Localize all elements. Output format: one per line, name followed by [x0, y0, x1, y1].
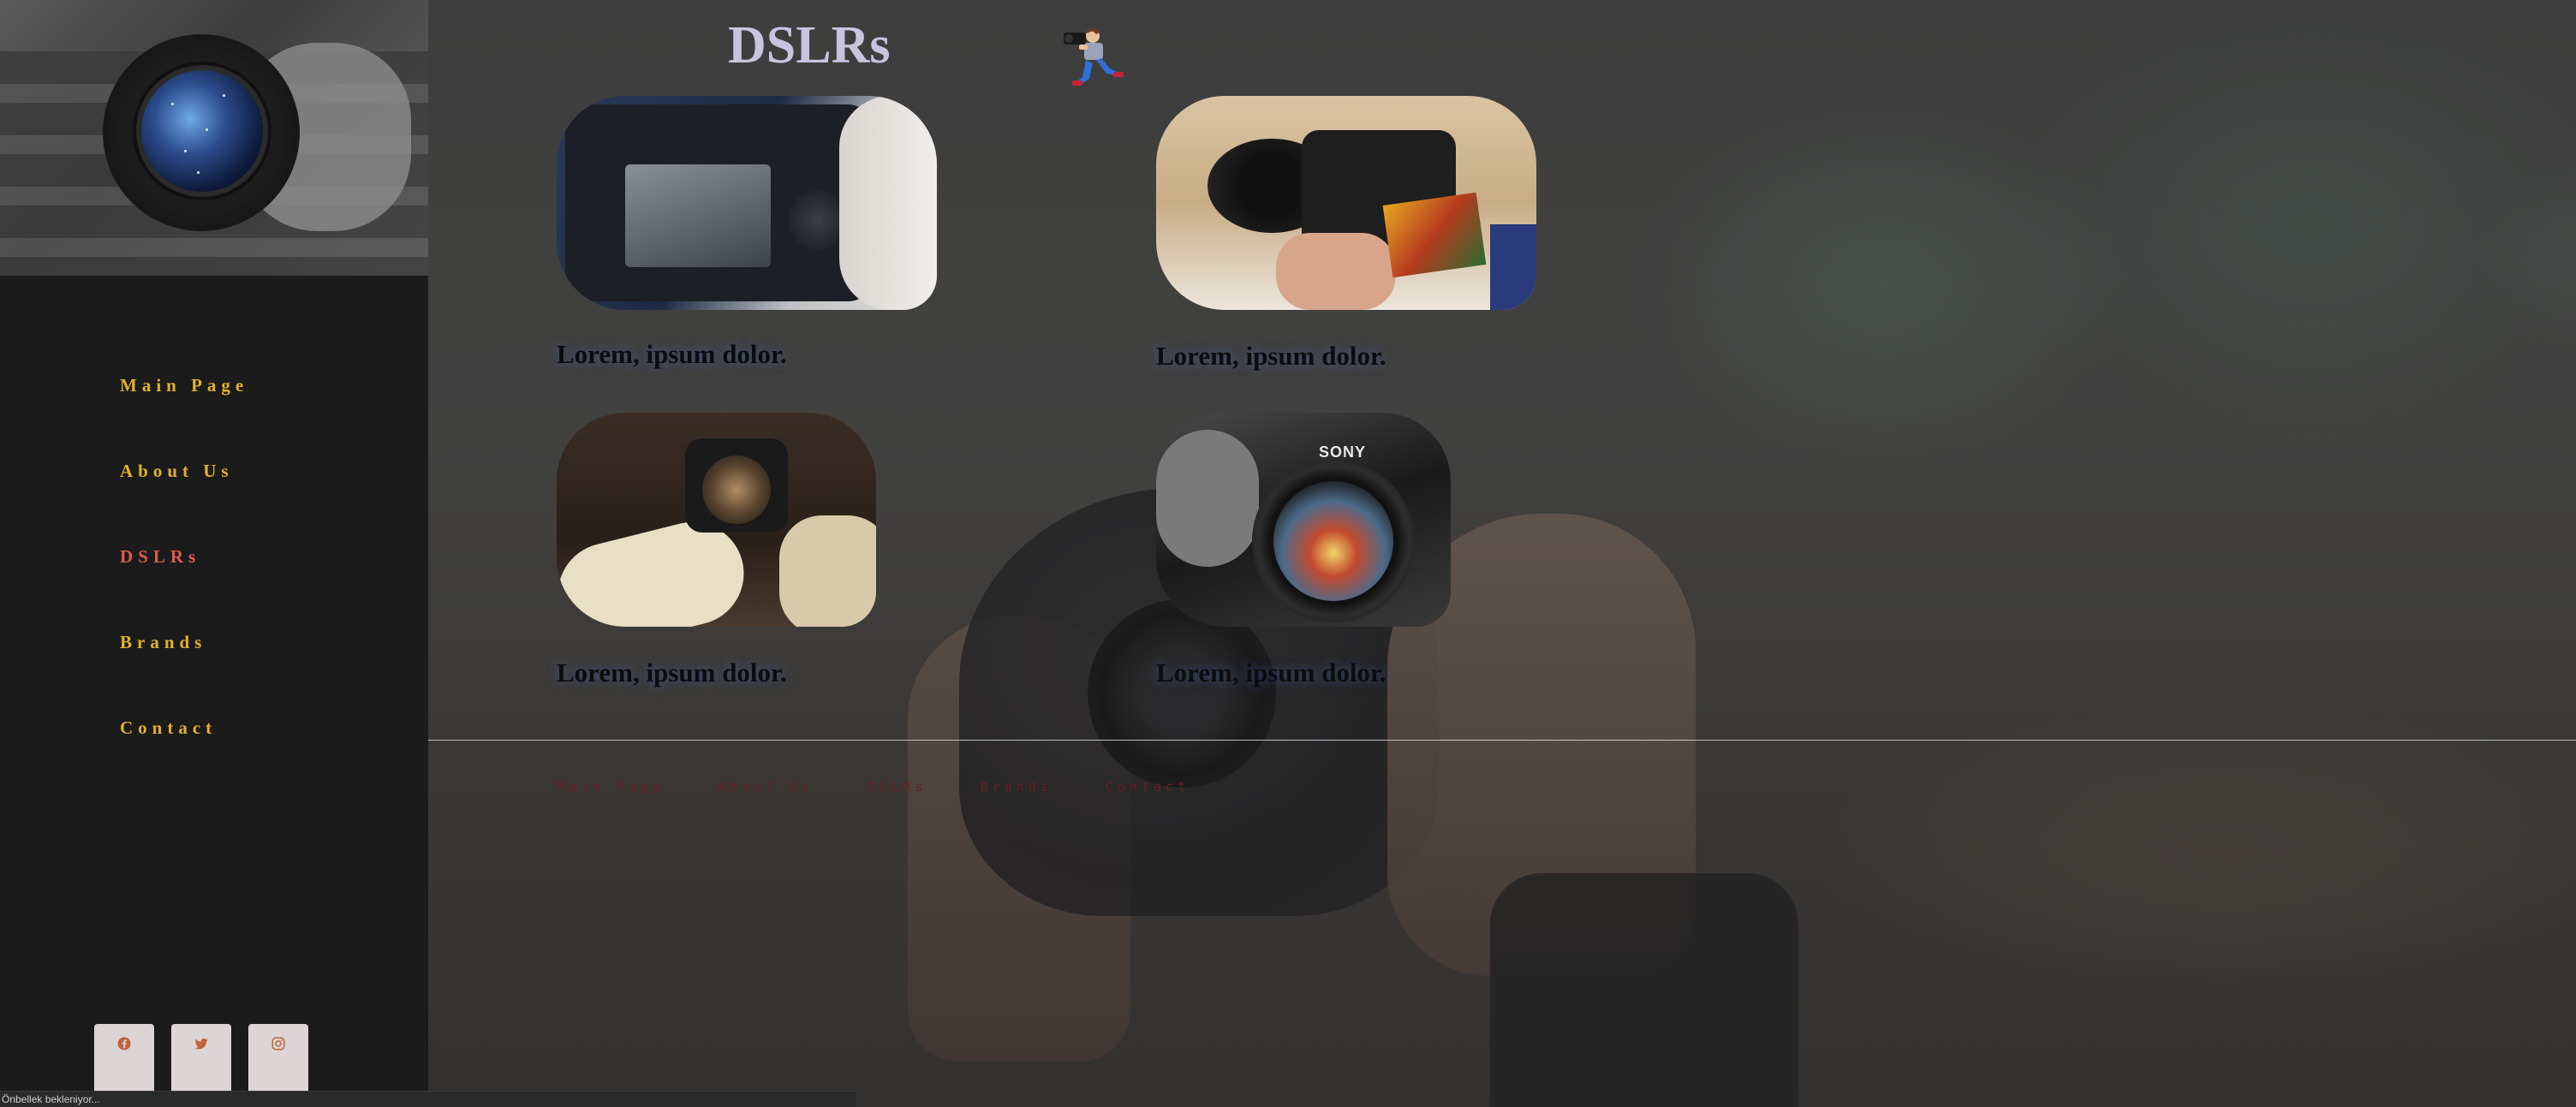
- twitter-icon: [194, 1039, 208, 1050]
- footer-link-brands[interactable]: Brands: [981, 779, 1052, 795]
- sidebar-item-dslrs[interactable]: DSLRs: [120, 539, 248, 625]
- camera-screen: [625, 164, 771, 267]
- product-card: Lorem, ipsum dolor.: [557, 96, 937, 369]
- photo-star: [223, 94, 225, 97]
- card-image-sony-lens[interactable]: SONY: [1156, 413, 1451, 627]
- product-card: Lorem, ipsum dolor.: [1156, 96, 1536, 371]
- footer-link-main-page[interactable]: Main Page: [557, 779, 665, 795]
- facebook-icon: [117, 1037, 131, 1050]
- sony-logo: SONY: [1319, 443, 1367, 461]
- photo-hand: [839, 96, 937, 310]
- card-image-canon-back[interactable]: [557, 96, 937, 310]
- card-caption: Lorem, ipsum dolor.: [1156, 341, 1386, 371]
- sidebar-item-about-us[interactable]: About Us: [120, 454, 248, 539]
- browser-status-bar: Önbellek bekleniyor...: [0, 1091, 856, 1107]
- footer-link-dslrs[interactable]: DSLRs: [868, 779, 927, 795]
- footer-link-contact[interactable]: Contact: [1106, 779, 1190, 795]
- photo-arm: [779, 515, 876, 627]
- footer-link-about-us[interactable]: About Us: [718, 779, 814, 795]
- photo-star: [206, 128, 208, 131]
- sidebar-item-main-page[interactable]: Main Page: [120, 368, 248, 454]
- photo-hand: [1276, 233, 1396, 310]
- camera-screen: [1382, 192, 1487, 278]
- sidebar-item-brands[interactable]: Brands: [120, 625, 248, 711]
- sidebar-header-photo: [0, 0, 428, 276]
- photo-star: [171, 103, 174, 105]
- card-image-camera-flip-screen[interactable]: [1156, 96, 1536, 310]
- camera-lens: [1273, 481, 1393, 601]
- photo-star: [184, 150, 187, 152]
- product-card: Lorem, ipsum dolor.: [557, 413, 876, 687]
- photo-hand: [1156, 430, 1259, 567]
- card-caption: Lorem, ipsum dolor.: [557, 339, 787, 369]
- photo-sleeve: [1490, 224, 1536, 310]
- photo-galaxy-lens: [141, 70, 263, 192]
- page-title: DSLRs: [728, 16, 891, 74]
- photo-star: [197, 171, 200, 174]
- sidebar-nav: Main Page About Us DSLRs Brands Contact: [120, 368, 248, 796]
- sidebar-item-contact[interactable]: Contact: [120, 711, 248, 796]
- product-card: SONY Lorem, ipsum dolor.: [1156, 413, 1451, 687]
- section-divider: [428, 740, 2576, 741]
- instagram-icon: [271, 1037, 285, 1050]
- cameraman-animation-icon: [1064, 28, 1124, 86]
- card-caption: Lorem, ipsum dolor.: [1156, 658, 1386, 687]
- card-image-hands-holding-camera[interactable]: [557, 413, 876, 627]
- camera-lens: [702, 455, 771, 524]
- card-caption: Lorem, ipsum dolor.: [557, 658, 787, 687]
- sidebar: Main Page About Us DSLRs Brands Contact: [0, 0, 428, 1107]
- footer-nav: Main Page About Us DSLRs Brands Contact: [557, 779, 1243, 795]
